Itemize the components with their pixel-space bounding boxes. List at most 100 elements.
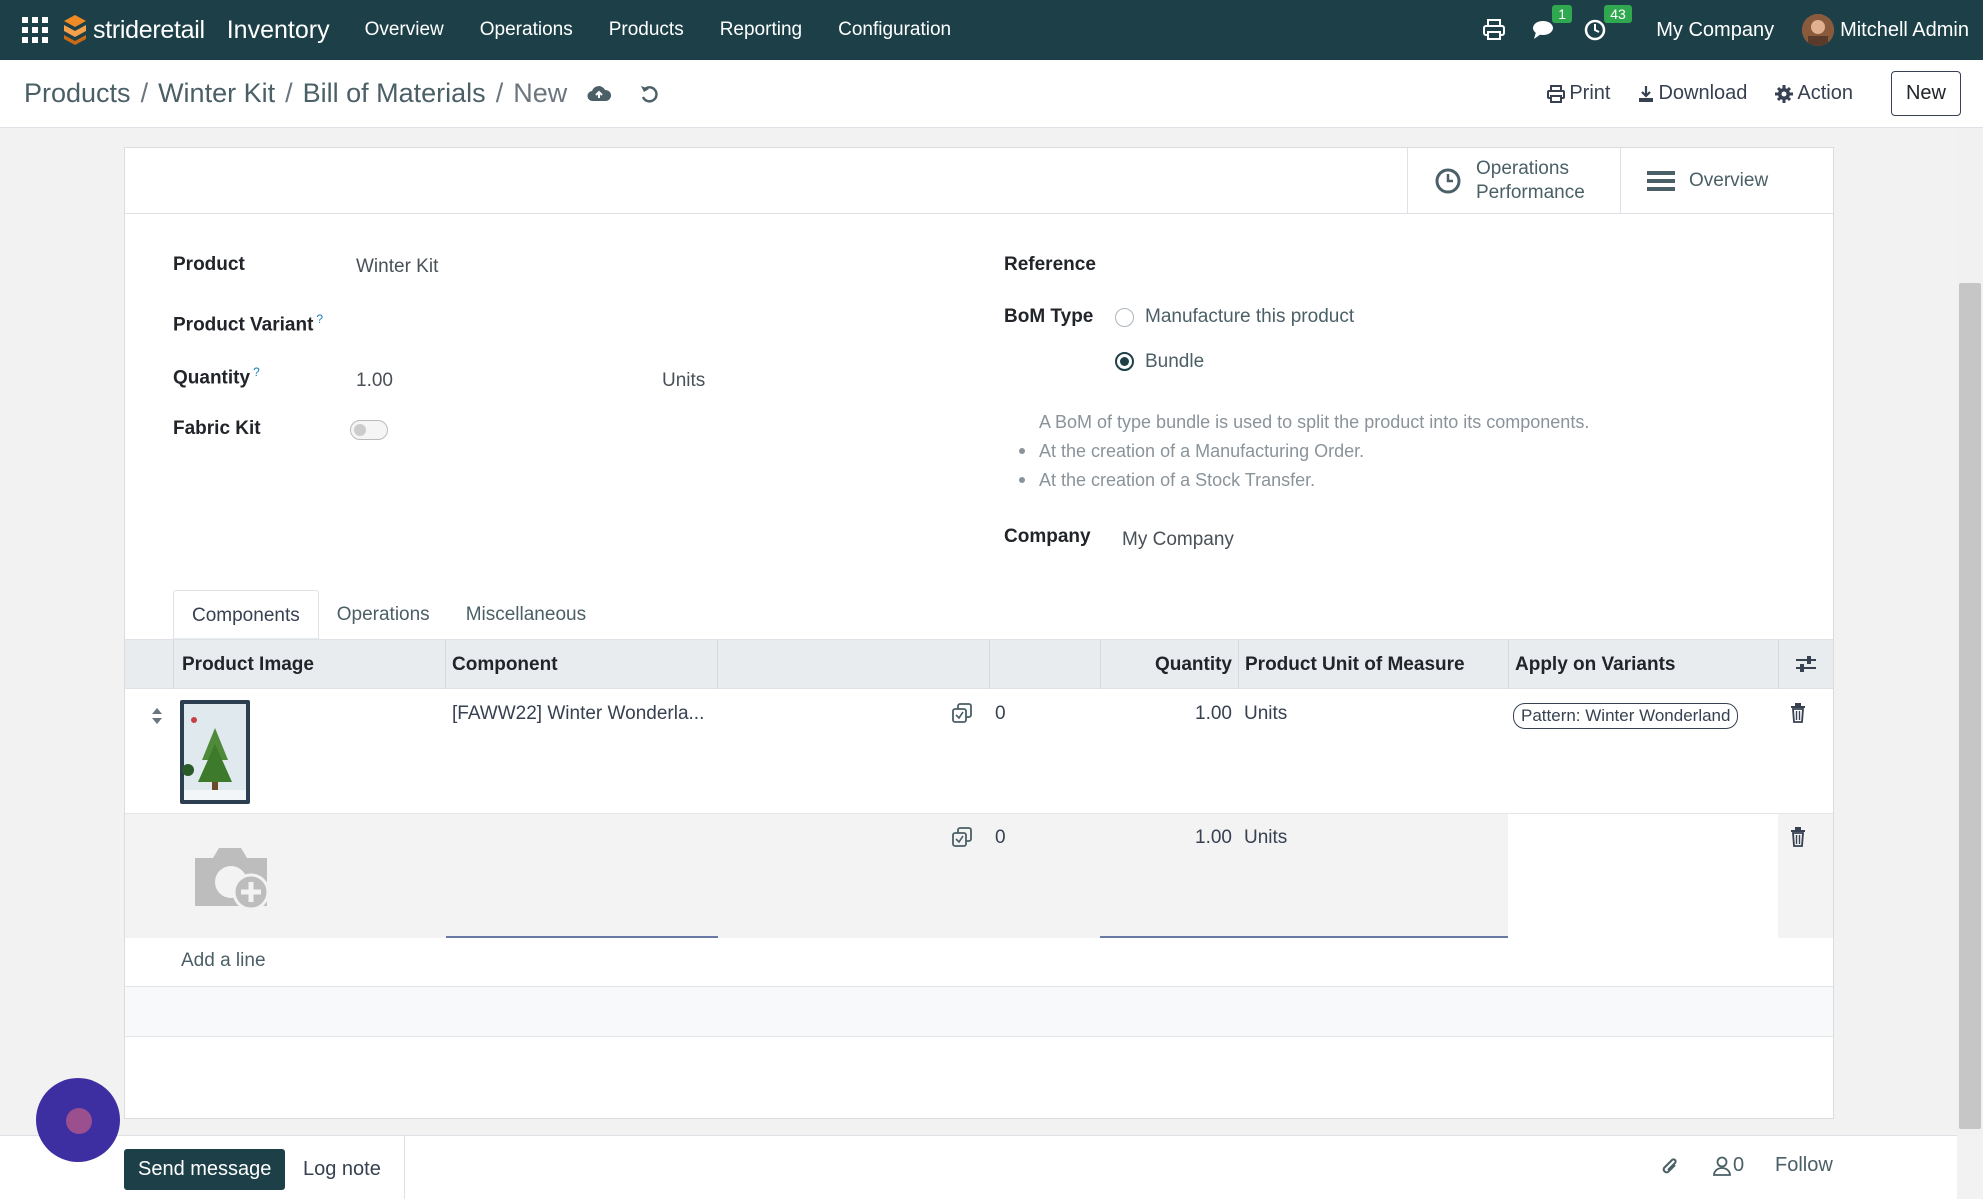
discard-undo-icon[interactable] xyxy=(639,84,659,104)
messages-icon[interactable]: 1 xyxy=(1532,5,1573,41)
followers-button[interactable]: 0 xyxy=(1713,1154,1744,1177)
add-line-link[interactable]: Add a line xyxy=(181,950,266,972)
forecast-value: 0 xyxy=(995,703,1006,724)
stride-logo-icon xyxy=(64,15,86,45)
notebook-tabs: Components Operations Miscellaneous xyxy=(173,590,604,639)
breadcrumb-winter-kit[interactable]: Winter Kit xyxy=(158,78,275,109)
user-menu[interactable]: Mitchell Admin xyxy=(1802,14,1969,46)
delete-row-icon[interactable] xyxy=(1790,827,1806,853)
table-row[interactable]: [FAWW22] Winter Wonderla... 0 1.00 Units… xyxy=(125,690,1833,814)
paperclip-icon[interactable] xyxy=(1660,1156,1680,1178)
forecast-icon[interactable] xyxy=(951,703,973,729)
printer-icon[interactable] xyxy=(1482,19,1506,41)
product-field[interactable]: Winter Kit xyxy=(356,256,438,278)
control-panel: Products / Winter Kit / Bill of Material… xyxy=(0,60,1983,128)
breadcrumb-current: New xyxy=(513,78,568,108)
bom-type-manufacture-label[interactable]: Manufacture this product xyxy=(1145,306,1354,328)
app-name[interactable]: Inventory xyxy=(227,16,330,45)
variant-tag[interactable]: Pattern: Winter Wonderland xyxy=(1513,703,1739,729)
menu-configuration[interactable]: Configuration xyxy=(838,19,951,41)
product-image-thumbnail[interactable] xyxy=(180,700,250,804)
new-button[interactable]: New xyxy=(1890,71,1961,116)
forecast-icon[interactable] xyxy=(951,827,973,853)
bundle-help-text: A BoM of type bundle is used to split th… xyxy=(1039,412,1590,432)
breadcrumb-bill-of-materials[interactable]: Bill of Materials xyxy=(303,78,486,109)
assistant-bubble-icon[interactable] xyxy=(36,1078,120,1162)
fabric-kit-toggle[interactable] xyxy=(350,420,388,440)
scrollbar-thumb[interactable] xyxy=(1959,283,1981,1129)
menu-products[interactable]: Products xyxy=(609,19,684,41)
product-variant-label: Product Variant? xyxy=(173,312,324,336)
log-note-button[interactable]: Log note xyxy=(303,1158,381,1181)
messages-badge: 1 xyxy=(1552,5,1573,23)
divider xyxy=(404,1136,405,1199)
overview-button[interactable]: Overview xyxy=(1620,148,1833,214)
brand-logo[interactable]: strideretail xyxy=(61,13,205,47)
add-image-camera-icon[interactable] xyxy=(191,840,275,918)
breadcrumb: Products / Winter Kit / Bill of Material… xyxy=(24,78,659,109)
product-variant-field[interactable] xyxy=(356,312,856,338)
add-line-row: Add a line xyxy=(125,938,1833,987)
bullet-point xyxy=(1019,448,1025,454)
scrollbar[interactable] xyxy=(1957,129,1983,1135)
column-quantity[interactable]: Quantity xyxy=(1100,640,1238,689)
user-name: Mitchell Admin xyxy=(1840,18,1969,41)
quantity-uom-field[interactable]: Units xyxy=(662,370,705,392)
column-uom[interactable]: Product Unit of Measure xyxy=(1238,640,1508,689)
user-icon xyxy=(1713,1156,1731,1176)
column-component[interactable]: Component xyxy=(445,640,717,689)
quantity-cell[interactable]: 1.00 xyxy=(1100,827,1232,849)
save-cloud-icon[interactable] xyxy=(587,85,612,103)
action-menu-button[interactable]: Action xyxy=(1775,82,1853,105)
menu-reporting[interactable]: Reporting xyxy=(720,19,802,41)
column-apply-on-variants[interactable]: Apply on Variants xyxy=(1508,640,1778,689)
company-field[interactable]: My Company xyxy=(1122,529,1234,551)
chatter-bar: Send message Log note 0 Follow xyxy=(0,1135,1957,1199)
bars-icon xyxy=(1647,171,1675,191)
bom-type-manufacture-radio[interactable] xyxy=(1115,308,1134,327)
apps-menu-icon[interactable] xyxy=(21,16,49,44)
delete-row-icon[interactable] xyxy=(1790,703,1806,729)
uom-cell[interactable]: Units xyxy=(1244,703,1287,725)
tab-operations[interactable]: Operations xyxy=(319,590,448,639)
bom-type-bundle-radio[interactable] xyxy=(1115,352,1134,371)
quantity-field[interactable]: 1.00 xyxy=(356,370,393,392)
breadcrumb-products[interactable]: Products xyxy=(24,78,131,109)
activities-badge: 43 xyxy=(1604,5,1632,23)
top-navbar: strideretail Inventory Overview Operatio… xyxy=(0,0,1983,60)
operations-performance-button[interactable]: Operations Performance xyxy=(1407,148,1620,214)
fabric-kit-label: Fabric Kit xyxy=(173,418,261,439)
print-button[interactable]: Print xyxy=(1547,82,1610,105)
forecast-value: 0 xyxy=(995,827,1006,848)
company-label: Company xyxy=(1004,526,1091,547)
clock-icon xyxy=(1435,168,1461,194)
activities-icon[interactable]: 43 xyxy=(1584,5,1632,41)
send-message-button[interactable]: Send message xyxy=(124,1149,286,1190)
uom-cell[interactable]: Units xyxy=(1244,827,1287,849)
followers-count: 0 xyxy=(1733,1154,1745,1176)
reference-field[interactable] xyxy=(1125,252,1725,280)
optional-columns-toggle-icon[interactable] xyxy=(1778,640,1833,689)
brand-name: strideretail xyxy=(93,15,205,44)
avatar xyxy=(1802,14,1835,46)
drag-handle-icon[interactable] xyxy=(151,706,163,732)
tab-miscellaneous[interactable]: Miscellaneous xyxy=(448,590,604,639)
bom-type-bundle-label[interactable]: Bundle xyxy=(1145,351,1204,373)
tab-components[interactable]: Components xyxy=(173,590,319,639)
company-switcher[interactable]: My Company xyxy=(1656,19,1774,42)
apply-on-variants-input[interactable] xyxy=(1508,814,1778,938)
follow-button[interactable]: Follow xyxy=(1775,1154,1833,1177)
menu-overview[interactable]: Overview xyxy=(365,19,444,41)
table-row-editing[interactable]: 0 1.00 Units xyxy=(125,814,1833,938)
menu-operations[interactable]: Operations xyxy=(480,19,573,41)
quantity-cell[interactable]: 1.00 xyxy=(1100,703,1232,725)
column-product-image[interactable]: Product Image xyxy=(173,640,445,689)
bullet-point xyxy=(1019,477,1025,483)
component-field[interactable]: [FAWW22] Winter Wonderla... xyxy=(452,703,704,725)
product-label: Product xyxy=(173,254,245,275)
bom-type-label: BoM Type xyxy=(1004,306,1094,327)
table-header: Product Image Component Quantity Product… xyxy=(125,639,1833,689)
bundle-help-item-1: At the creation of a Manufacturing Order… xyxy=(1039,441,1365,461)
download-button[interactable]: Download xyxy=(1638,82,1747,105)
reference-label: Reference xyxy=(1004,254,1096,275)
